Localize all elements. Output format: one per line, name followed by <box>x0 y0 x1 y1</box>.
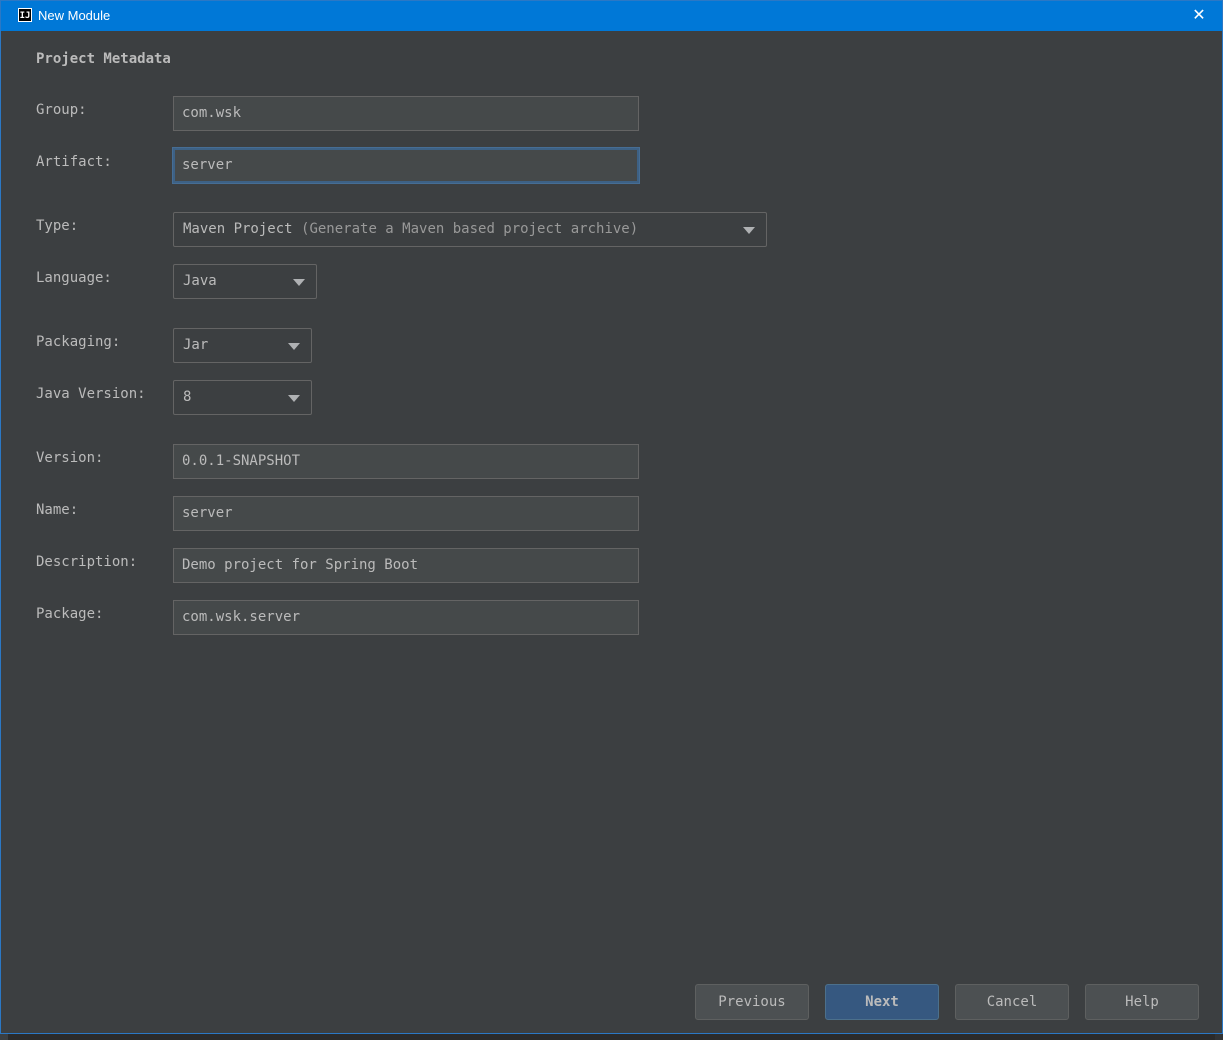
close-button[interactable]: ✕ <box>1176 1 1222 31</box>
chevron-down-icon <box>293 279 305 286</box>
window-title: New Module <box>38 8 111 23</box>
language-label: Language: <box>36 270 112 286</box>
group-label: Group: <box>36 102 87 118</box>
previous-button[interactable]: Previous <box>695 984 809 1020</box>
type-value: Maven Project <box>183 221 293 237</box>
next-button[interactable]: Next <box>825 984 939 1020</box>
packaging-dropdown[interactable]: Jar <box>173 328 312 363</box>
java-version-dropdown[interactable]: 8 <box>173 380 312 415</box>
package-label: Package: <box>36 606 104 622</box>
description-label: Description: <box>36 554 138 570</box>
help-button[interactable]: Help <box>1085 984 1199 1020</box>
section-title: Project Metadata <box>36 51 171 67</box>
chevron-down-icon <box>288 343 300 350</box>
package-field[interactable]: com.wsk.server <box>173 600 639 635</box>
type-dropdown[interactable]: Maven Project (Generate a Maven based pr… <box>173 212 767 247</box>
name-field[interactable]: server <box>173 496 639 531</box>
close-icon: ✕ <box>1192 7 1206 24</box>
chevron-down-icon <box>743 227 755 234</box>
chevron-down-icon <box>288 395 300 402</box>
project-metadata-panel: Project Metadata Group: com.wsk Artifact… <box>9 32 1215 1032</box>
group-field[interactable]: com.wsk <box>173 96 639 131</box>
type-label: Type: <box>36 218 79 234</box>
title-bar: IJ New Module ✕ <box>1 1 1222 31</box>
version-field[interactable]: 0.0.1-SNAPSHOT <box>173 444 639 479</box>
artifact-label: Artifact: <box>36 154 112 170</box>
description-field[interactable]: Demo project for Spring Boot <box>173 548 639 583</box>
new-module-dialog: IJ New Module ✕ Project Metadata Group: … <box>0 0 1223 1034</box>
packaging-value: Jar <box>183 337 209 353</box>
language-dropdown[interactable]: Java <box>173 264 317 299</box>
version-label: Version: <box>36 450 104 466</box>
cancel-button[interactable]: Cancel <box>955 984 1069 1020</box>
type-hint: (Generate a Maven based project archive) <box>301 221 639 237</box>
java-version-value: 8 <box>183 389 192 405</box>
intellij-icon: IJ <box>18 8 32 22</box>
packaging-label: Packaging: <box>36 334 121 350</box>
java-version-label: Java Version: <box>36 386 146 402</box>
name-label: Name: <box>36 502 79 518</box>
artifact-field[interactable]: server <box>173 148 639 183</box>
language-value: Java <box>183 273 217 289</box>
